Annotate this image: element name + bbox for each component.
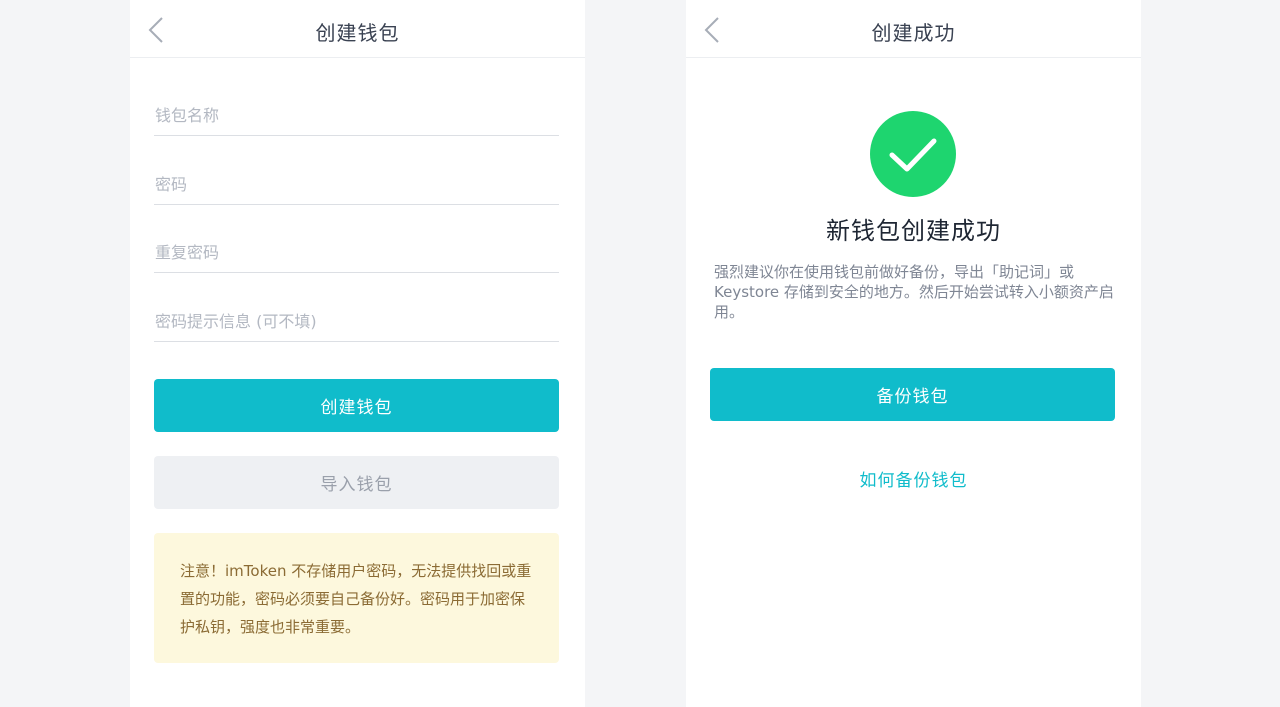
- header: 创建钱包: [130, 0, 585, 58]
- create-success-screen: 创建成功 新钱包创建成功 强烈建议你在使用钱包前做好备份，导出「助记词」或 Ke…: [686, 0, 1141, 707]
- how-to-backup-link[interactable]: 如何备份钱包: [686, 466, 1141, 491]
- page-title: 创建成功: [871, 21, 956, 45]
- header: 创建成功: [686, 0, 1141, 58]
- repeat-password-input[interactable]: [154, 233, 561, 271]
- password-input[interactable]: [154, 165, 561, 203]
- password-hint-field: [154, 302, 561, 342]
- warning-notice: 注意！imToken 不存储用户密码，无法提供找回或重置的功能，密码必须要自己备…: [154, 533, 559, 663]
- backup-wallet-button[interactable]: 备份钱包: [710, 368, 1115, 421]
- password-field: [154, 165, 561, 205]
- wallet-name-input[interactable]: [154, 96, 561, 134]
- repeat-password-field: [154, 233, 561, 273]
- check-circle-icon: [870, 111, 956, 197]
- success-title: 新钱包创建成功: [826, 217, 1001, 245]
- password-hint-input[interactable]: [154, 302, 561, 340]
- import-wallet-button[interactable]: 导入钱包: [154, 456, 559, 509]
- create-wallet-button[interactable]: 创建钱包: [154, 379, 559, 432]
- success-description: 强烈建议你在使用钱包前做好备份，导出「助记词」或 Keystore 存储到安全的…: [714, 263, 1114, 321]
- notice-text: 注意！imToken 不存储用户密码，无法提供找回或重置的功能，密码必须要自己备…: [180, 562, 532, 636]
- create-wallet-screen: 创建钱包 创建钱包 导入钱包 注意！imToken 不存储用户密码，无法提供找回…: [130, 0, 585, 707]
- wallet-name-field: [154, 96, 561, 136]
- page-title: 创建钱包: [315, 21, 400, 45]
